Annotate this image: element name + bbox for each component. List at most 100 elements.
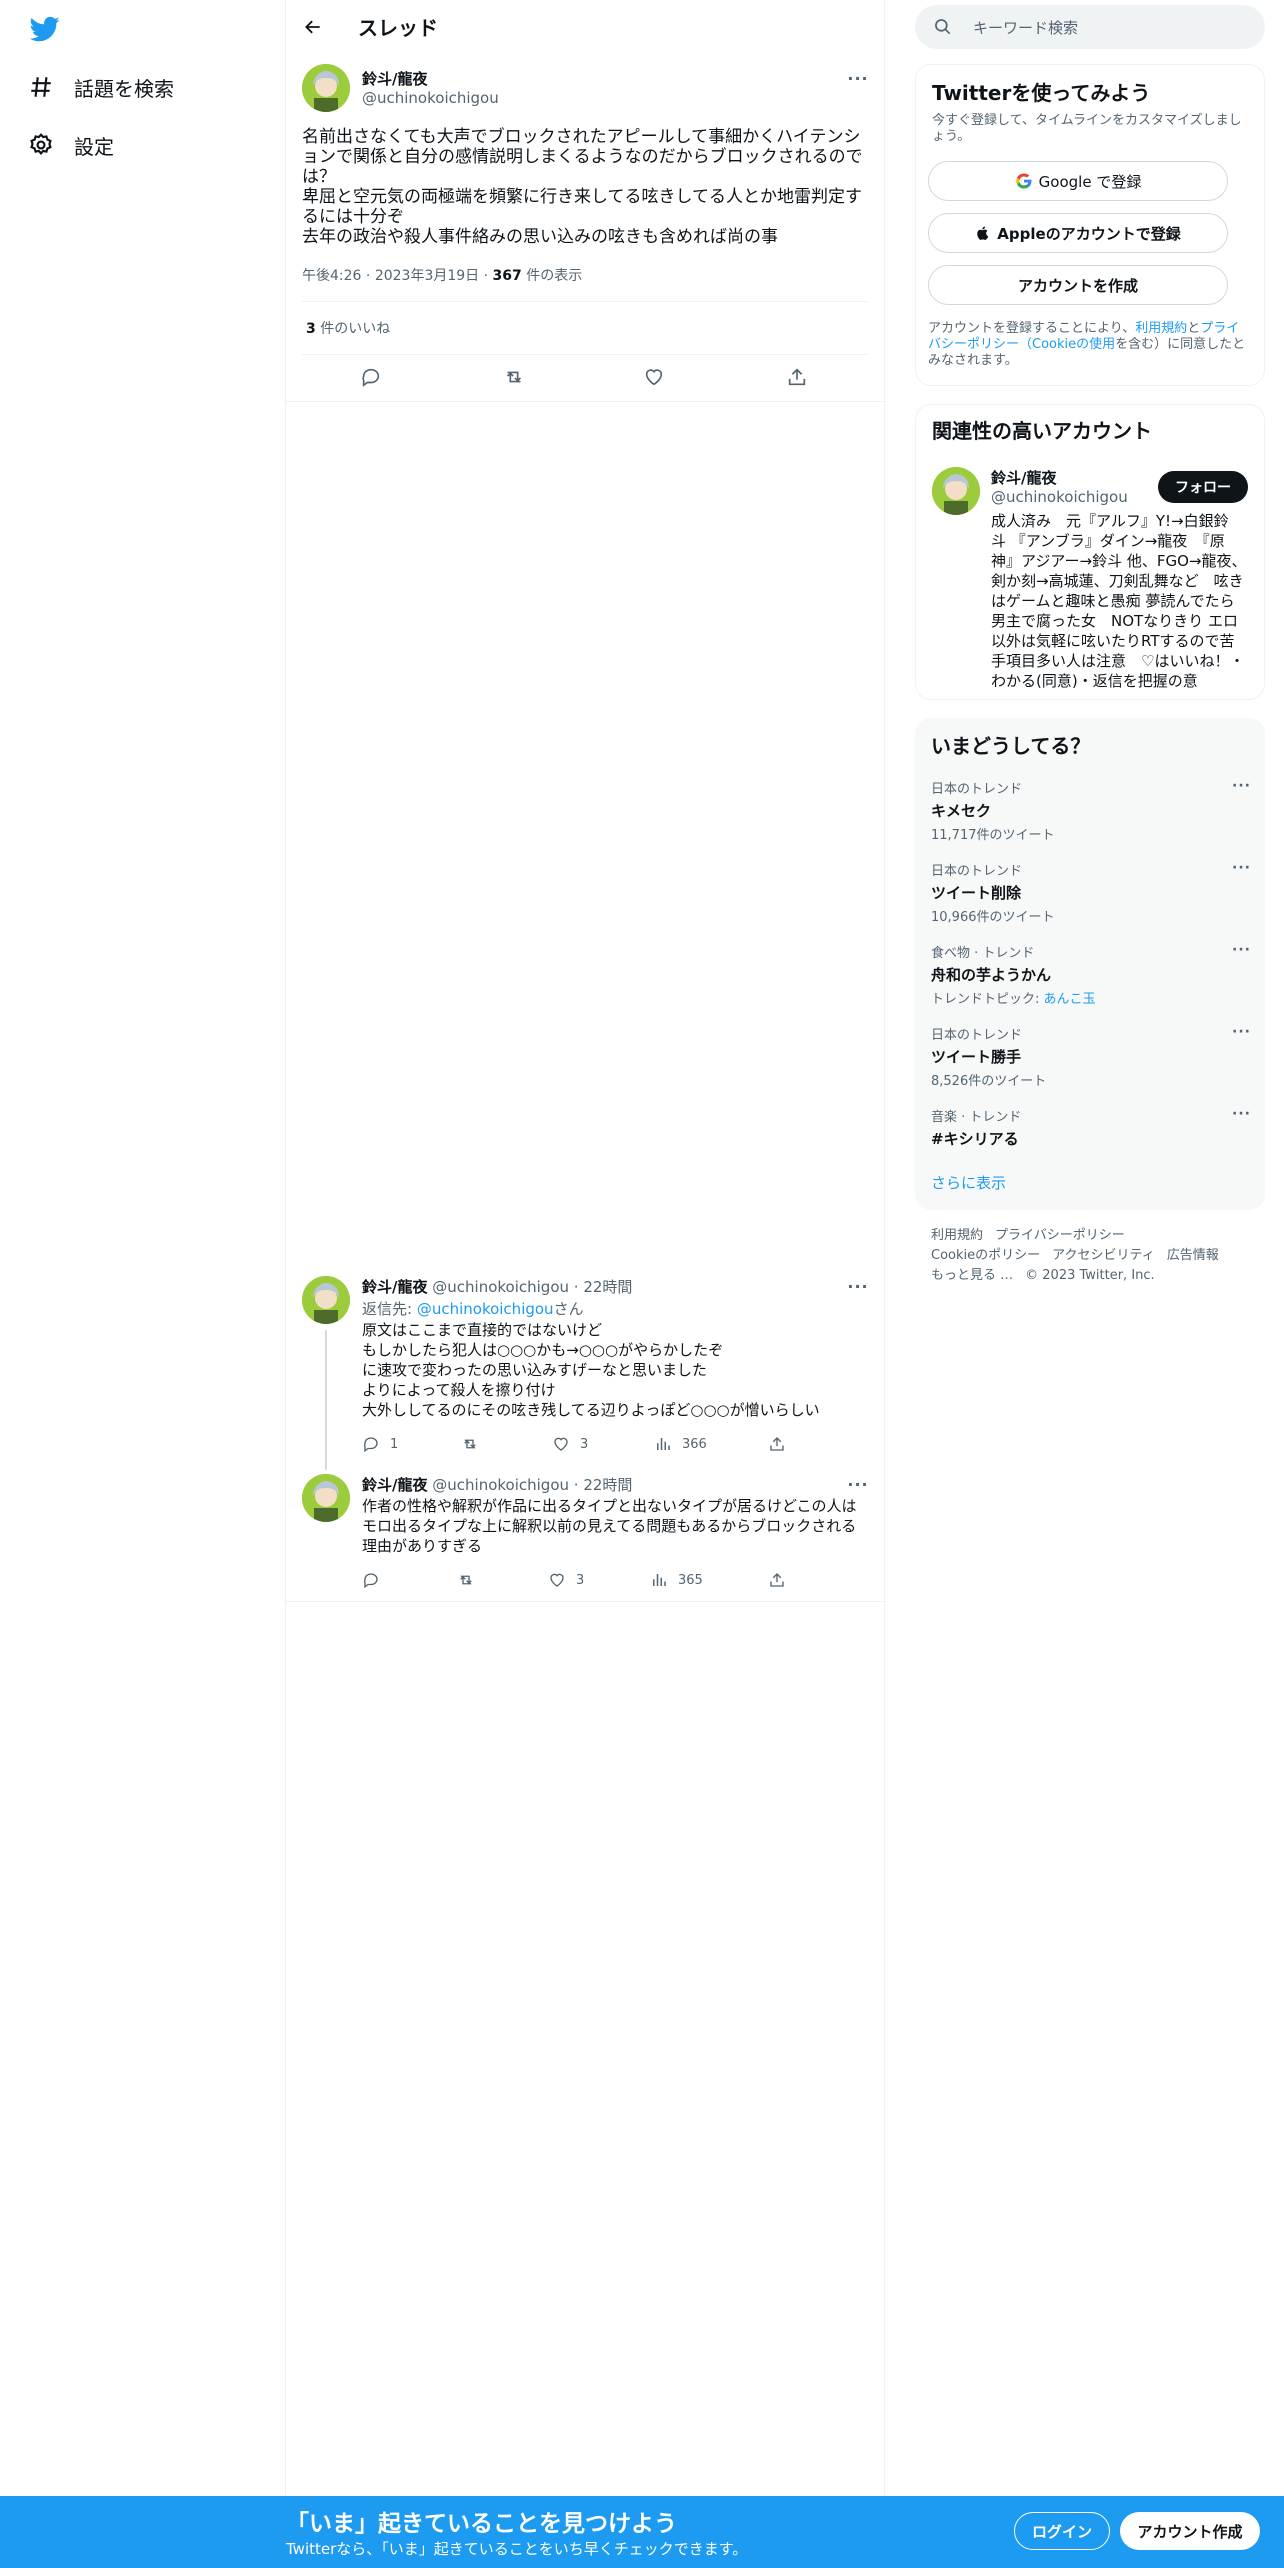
account-bio: 成人済み 元『アルフ』Y!→白銀鈴 斗 『アンブラ』ダイン→龍夜 『原 神』アジ… [991, 511, 1253, 691]
tweet-time[interactable]: 22時間 [583, 1278, 632, 1296]
trend-item[interactable]: 日本のトレンド ツイート勝手 8,526件のツイート ··· [931, 1024, 1251, 1089]
nav-settings[interactable]: 設定 [28, 125, 114, 165]
reply-icon[interactable] [360, 365, 382, 389]
views-button[interactable]: 365 [650, 1568, 703, 1592]
more-options-icon[interactable]: ··· [1232, 1024, 1251, 1040]
more-options-icon[interactable]: ··· [1232, 942, 1251, 958]
privacy-link[interactable]: プライ [1200, 321, 1239, 336]
follow-button[interactable]: フォロー [1158, 471, 1248, 503]
more-options-icon[interactable]: ··· [846, 1475, 870, 1494]
author-handle[interactable]: @uchinokoichigou [991, 488, 1128, 506]
footer-ads-link[interactable]: 広告情報 [1167, 1248, 1219, 1263]
search-bar[interactable]: キーワード検索 [915, 5, 1265, 49]
author-name[interactable]: 鈴斗/龍夜 [362, 1476, 427, 1494]
nav-settings-label: 設定 [74, 134, 114, 159]
footer-accessibility-link[interactable]: アクセシビリティ [1052, 1248, 1155, 1263]
more-options-icon[interactable]: ··· [1232, 860, 1251, 876]
bio-line: 神』アジアー→鈴斗 他、FGO→龍夜、 [991, 552, 1247, 570]
tweet-text-line: 大外ししてるのにその呟き残してる辺りよっぽど○○○が憎いらしい [362, 1401, 820, 1419]
avatar[interactable] [302, 1474, 350, 1522]
tweet-text: 作者の性格や解釈が作品に出るタイプと出ないタイプが居るけどこの人は モロ出るタイ… [362, 1496, 872, 1556]
signup-button[interactable]: アカウント作成 [1120, 2512, 1260, 2550]
search-input[interactable]: キーワード検索 [973, 17, 1078, 38]
trend-topic-prefix: トレンドトピック: [931, 992, 1044, 1007]
google-icon [1015, 173, 1032, 189]
trend-category: 日本のトレンド [931, 864, 1023, 879]
retweet-icon[interactable] [502, 365, 526, 389]
twitter-logo-icon[interactable] [28, 14, 62, 44]
footer-links: 利用規約 プライバシーポリシー Cookieのポリシー アクセシビリティ 広告情報 も… [931, 1226, 1261, 1286]
tweet-actions: 3 365 [286, 1568, 884, 1608]
create-account-button[interactable]: アカウントを作成 [928, 265, 1228, 305]
trend-category: 日本のトレンド [931, 1028, 1023, 1043]
trend-topic-link[interactable]: あんこ玉 [1044, 992, 1096, 1007]
avatar[interactable] [932, 467, 980, 515]
signup-title: Twitterを使ってみよう [932, 81, 1151, 105]
trend-item[interactable]: 日本のトレンド ツイート削除 10,966件のツイート ··· [931, 860, 1251, 925]
tweet-time[interactable]: 22時間 [583, 1476, 632, 1494]
tweet-text-line: 原文はここまで直接的ではないけど [362, 1321, 603, 1339]
likes-summary[interactable]: 3 件のいいね [306, 318, 390, 338]
author-name[interactable]: 鈴斗/龍夜 [362, 68, 427, 89]
tweet-time[interactable]: 午後4:26 [302, 268, 361, 284]
share-icon[interactable] [768, 1568, 786, 1592]
search-icon [933, 17, 953, 37]
nav-explore[interactable]: 話題を検索 [28, 67, 174, 107]
tweet-text-line: モロ出るタイプな上に解釈以前の見えてる問題もあるからブロックされる [362, 1517, 857, 1535]
like-button[interactable]: 3 [552, 1432, 588, 1456]
views-button[interactable]: 366 [654, 1432, 707, 1456]
footer-terms-link[interactable]: 利用規約 [931, 1228, 983, 1243]
more-options-icon[interactable]: ··· [846, 69, 870, 88]
trend-category: 音楽 · トレンド [931, 1110, 1022, 1125]
google-signup-button[interactable]: Google で登録 [928, 161, 1228, 201]
legal-text: みなされます。 [928, 353, 1018, 368]
footer-privacy-link[interactable]: プライバシーポリシー [995, 1228, 1125, 1243]
avatar[interactable] [302, 64, 350, 112]
reply-button[interactable] [362, 1568, 390, 1592]
trend-item[interactable]: 音楽 · トレンド #キシリアる ··· [931, 1106, 1251, 1149]
trend-item[interactable]: 食べ物 · トレンド 舟和の芋ようかん トレンドトピック: あんこ玉 ··· [931, 942, 1251, 1007]
reply-button[interactable]: 1 [362, 1432, 398, 1456]
cookie-link[interactable]: （Cookieの使用 [1019, 337, 1115, 352]
tweet-text-line: よりによって殺人を擦り付け [362, 1381, 556, 1399]
tweet-text-line: ョンで関係と自分の感情説明しまくるようなのだからブロックされるので [302, 147, 863, 167]
like-button[interactable]: 3 [548, 1568, 584, 1592]
retweet-button[interactable] [460, 1432, 490, 1456]
tweet-text-line: は？ [302, 167, 336, 187]
author-handle[interactable]: @uchinokoichigou [432, 1278, 569, 1296]
share-icon[interactable] [786, 365, 808, 389]
author-handle[interactable]: @uchinokoichigou [362, 89, 499, 107]
bio-line: 男主で腐った女 NOTなりきり エロ [991, 612, 1238, 630]
trend-item[interactable]: 日本のトレンド キメセク 11,717件のツイート ··· [931, 778, 1251, 843]
apple-signup-button[interactable]: Appleのアカウントで登録 [928, 213, 1228, 253]
tweet-meta: 午後4:26 · 2023年3月19日 · 367 件の表示 [302, 268, 583, 284]
tweet-date[interactable]: 2023年3月19日 [375, 268, 479, 284]
share-icon[interactable] [768, 1432, 786, 1456]
more-options-icon[interactable]: ··· [1232, 1106, 1251, 1122]
trend-category: 日本のトレンド [931, 782, 1023, 797]
login-button[interactable]: ログイン [1014, 2512, 1110, 2550]
more-options-icon[interactable]: ··· [846, 1277, 870, 1296]
banner-subtitle: Twitterなら、「いま」起きていることをいち早くチェックできます。 [286, 2540, 748, 2558]
author-name[interactable]: 鈴斗/龍夜 [362, 1278, 427, 1296]
footer-more-link[interactable]: もっと見る … [931, 1268, 1013, 1283]
like-icon[interactable] [643, 365, 665, 389]
reply-to-link[interactable]: @uchinokoichigou [417, 1300, 554, 1318]
author-handle[interactable]: @uchinokoichigou [432, 1476, 569, 1494]
hashtag-icon [28, 74, 54, 100]
tweet-text-line: 作者の性格や解釈が作品に出るタイプと出ないタイプが居るけどこの人は [362, 1497, 857, 1515]
more-options-icon[interactable]: ··· [1232, 778, 1251, 794]
author-name[interactable]: 鈴斗/龍夜 [991, 467, 1056, 488]
divider [286, 1601, 884, 1602]
bio-line: 斗 『アンブラ』ダイン→龍夜 『原 [991, 532, 1225, 550]
tweet-text-line: 卑屈と空元気の両極端を頻繁に行き来してる呟きしてる人とか地雷判定す [302, 187, 862, 207]
footer-cookie-link[interactable]: Cookieのポリシー [931, 1248, 1040, 1263]
back-arrow-icon[interactable] [298, 12, 328, 42]
terms-link[interactable]: 利用規約 [1135, 321, 1187, 336]
retweet-button[interactable] [456, 1568, 486, 1592]
trend-topic: トレンドトピック: あんこ玉 [931, 988, 1251, 1007]
show-more-link[interactable]: さらに表示 [931, 1172, 1006, 1193]
privacy-link[interactable]: バシーポリシー [928, 337, 1019, 352]
reply-header: 鈴斗/龍夜 @uchinokoichigou · 22時間 [362, 1476, 633, 1494]
avatar[interactable] [302, 1276, 350, 1324]
